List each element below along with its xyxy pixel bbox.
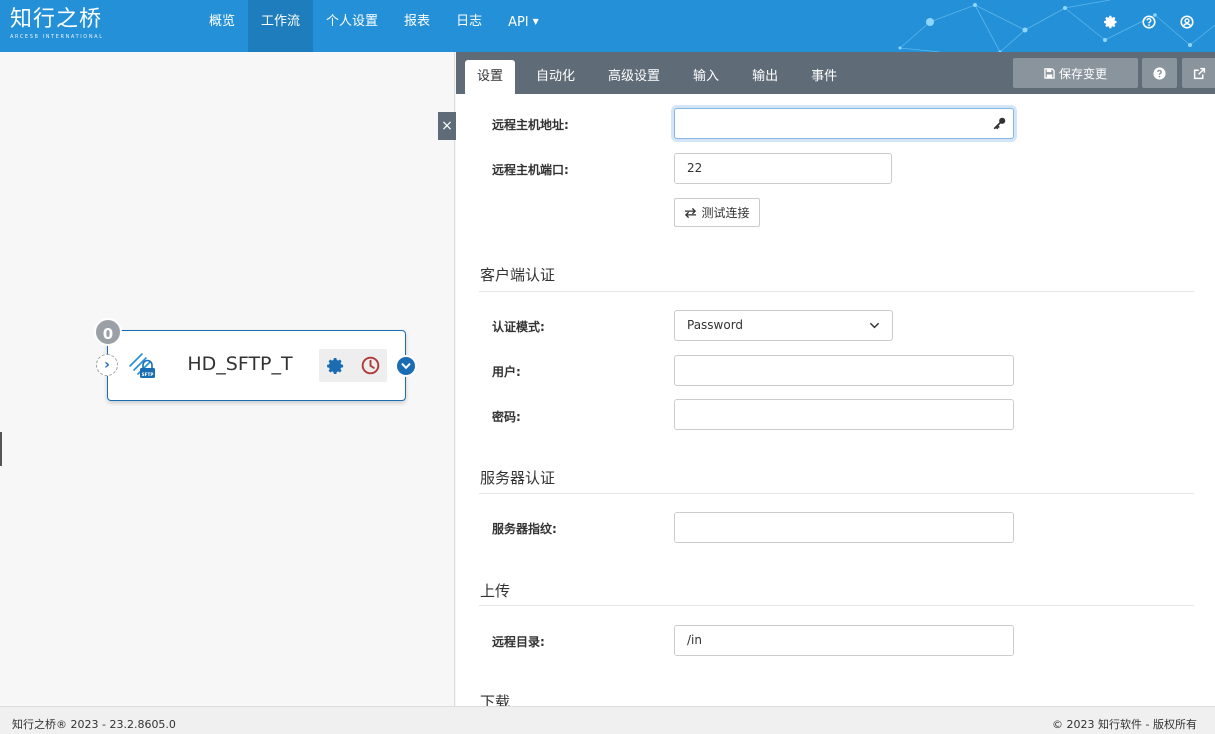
exchange-icon (685, 207, 697, 218)
help-icon (1153, 66, 1166, 80)
main-nav: 概览 工作流 个人设置 报表 日志 API ▼ (196, 0, 552, 52)
clock-icon[interactable] (353, 349, 387, 382)
chevron-down-icon (401, 363, 411, 370)
top-navbar: 知行之桥 ARCESB INTERNATIONAL 概览 工作流 个人设置 报表… (0, 0, 1215, 52)
download-heading: 下载 (480, 693, 511, 706)
remote-dir-label: 远程目录: (492, 635, 545, 649)
close-panel-button[interactable]: × (438, 112, 456, 140)
node-input-port[interactable]: › (96, 354, 118, 376)
logo-subtext: ARCESB INTERNATIONAL (10, 34, 104, 40)
auth-mode-select[interactable]: Password (674, 310, 893, 341)
node-action-group (319, 349, 387, 382)
panel-tabbar: 设置 自动化 高级设置 输入 输出 事件 保存变更 (456, 52, 1215, 94)
caret-down-icon: ▼ (532, 17, 539, 26)
client-auth-heading: 客户端认证 (480, 266, 556, 284)
nav-overview[interactable]: 概览 (196, 0, 248, 52)
host-label: 远程主机地址: (492, 118, 569, 132)
divider (479, 605, 1194, 606)
gear-icon[interactable] (1103, 14, 1119, 30)
settings-panel: 设置 自动化 高级设置 输入 输出 事件 保存变更 远程主机地址: 远程主机端口… (456, 52, 1215, 706)
save-icon (1044, 67, 1055, 79)
top-icon-group (1103, 14, 1195, 30)
host-input[interactable] (674, 108, 1014, 139)
auth-mode-value: Password (687, 318, 744, 332)
nav-reports[interactable]: 报表 (391, 0, 443, 52)
panel-tabs: 设置 自动化 高级设置 输入 输出 事件 (465, 60, 858, 94)
svg-text:SFTP: SFTP (142, 372, 154, 377)
help-button[interactable] (1142, 58, 1177, 88)
user-label: 用户: (492, 365, 521, 379)
tab-automation[interactable]: 自动化 (524, 60, 587, 94)
footer-version: 知行之桥® 2023 - 23.2.8605.0 (12, 718, 176, 731)
password-input[interactable] (674, 399, 1014, 430)
popout-button[interactable] (1182, 58, 1215, 88)
fingerprint-input[interactable] (674, 512, 1014, 543)
save-button-label: 保存变更 (1058, 66, 1107, 81)
tab-advanced[interactable]: 高级设置 (596, 60, 672, 94)
external-link-icon (1193, 67, 1206, 79)
settings-form: 远程主机地址: 远程主机端口: 22 测试连接 客户端认证 认证模式: Pass… (456, 94, 1215, 706)
node-output-port[interactable] (395, 355, 417, 377)
nav-api[interactable]: API ▼ (495, 0, 552, 52)
sftp-icon: SFTP (127, 348, 157, 382)
tab-events[interactable]: 事件 (799, 60, 849, 94)
fingerprint-label: 服务器指纹: (492, 522, 557, 536)
node-count-badge: 0 (94, 318, 122, 346)
footer-copyright: © 2023 知行软件 - 版权所有 (1052, 718, 1197, 731)
nav-logs[interactable]: 日志 (443, 0, 495, 52)
chevron-down-icon (869, 322, 880, 329)
nav-workflow[interactable]: 工作流 (248, 0, 314, 52)
password-label: 密码: (492, 410, 521, 424)
canvas-edge-handle[interactable] (0, 432, 2, 466)
divider (479, 291, 1194, 292)
key-icon[interactable] (993, 116, 1007, 130)
node-title: HD_SFTP_T (187, 353, 293, 375)
upload-heading: 上传 (480, 582, 511, 600)
nav-personal-settings[interactable]: 个人设置 (313, 0, 391, 52)
test-connection-button[interactable]: 测试连接 (674, 198, 760, 227)
server-auth-heading: 服务器认证 (480, 469, 556, 487)
user-icon[interactable] (1179, 14, 1195, 30)
footer: 知行之桥® 2023 - 23.2.8605.0 © 2023 知行软件 - 版… (0, 706, 1215, 734)
divider (479, 493, 1194, 494)
test-connection-label: 测试连接 (701, 206, 750, 220)
tab-input[interactable]: 输入 (681, 60, 731, 94)
help-icon[interactable] (1141, 14, 1157, 30)
tab-settings[interactable]: 设置 (465, 60, 516, 94)
tab-output[interactable]: 输出 (740, 60, 790, 94)
user-input[interactable] (674, 355, 1014, 386)
logo-text: 知行之桥 (10, 7, 103, 32)
gear-icon[interactable] (319, 349, 353, 382)
remote-dir-input[interactable]: /in (674, 625, 1014, 656)
nav-api-label: API (508, 15, 529, 30)
save-button[interactable]: 保存变更 (1013, 58, 1138, 88)
port-label: 远程主机端口: (492, 163, 569, 177)
brand-logo[interactable]: 知行之桥 ARCESB INTERNATIONAL (10, 7, 104, 41)
port-input[interactable]: 22 (674, 153, 892, 184)
auth-mode-label: 认证模式: (492, 320, 545, 334)
